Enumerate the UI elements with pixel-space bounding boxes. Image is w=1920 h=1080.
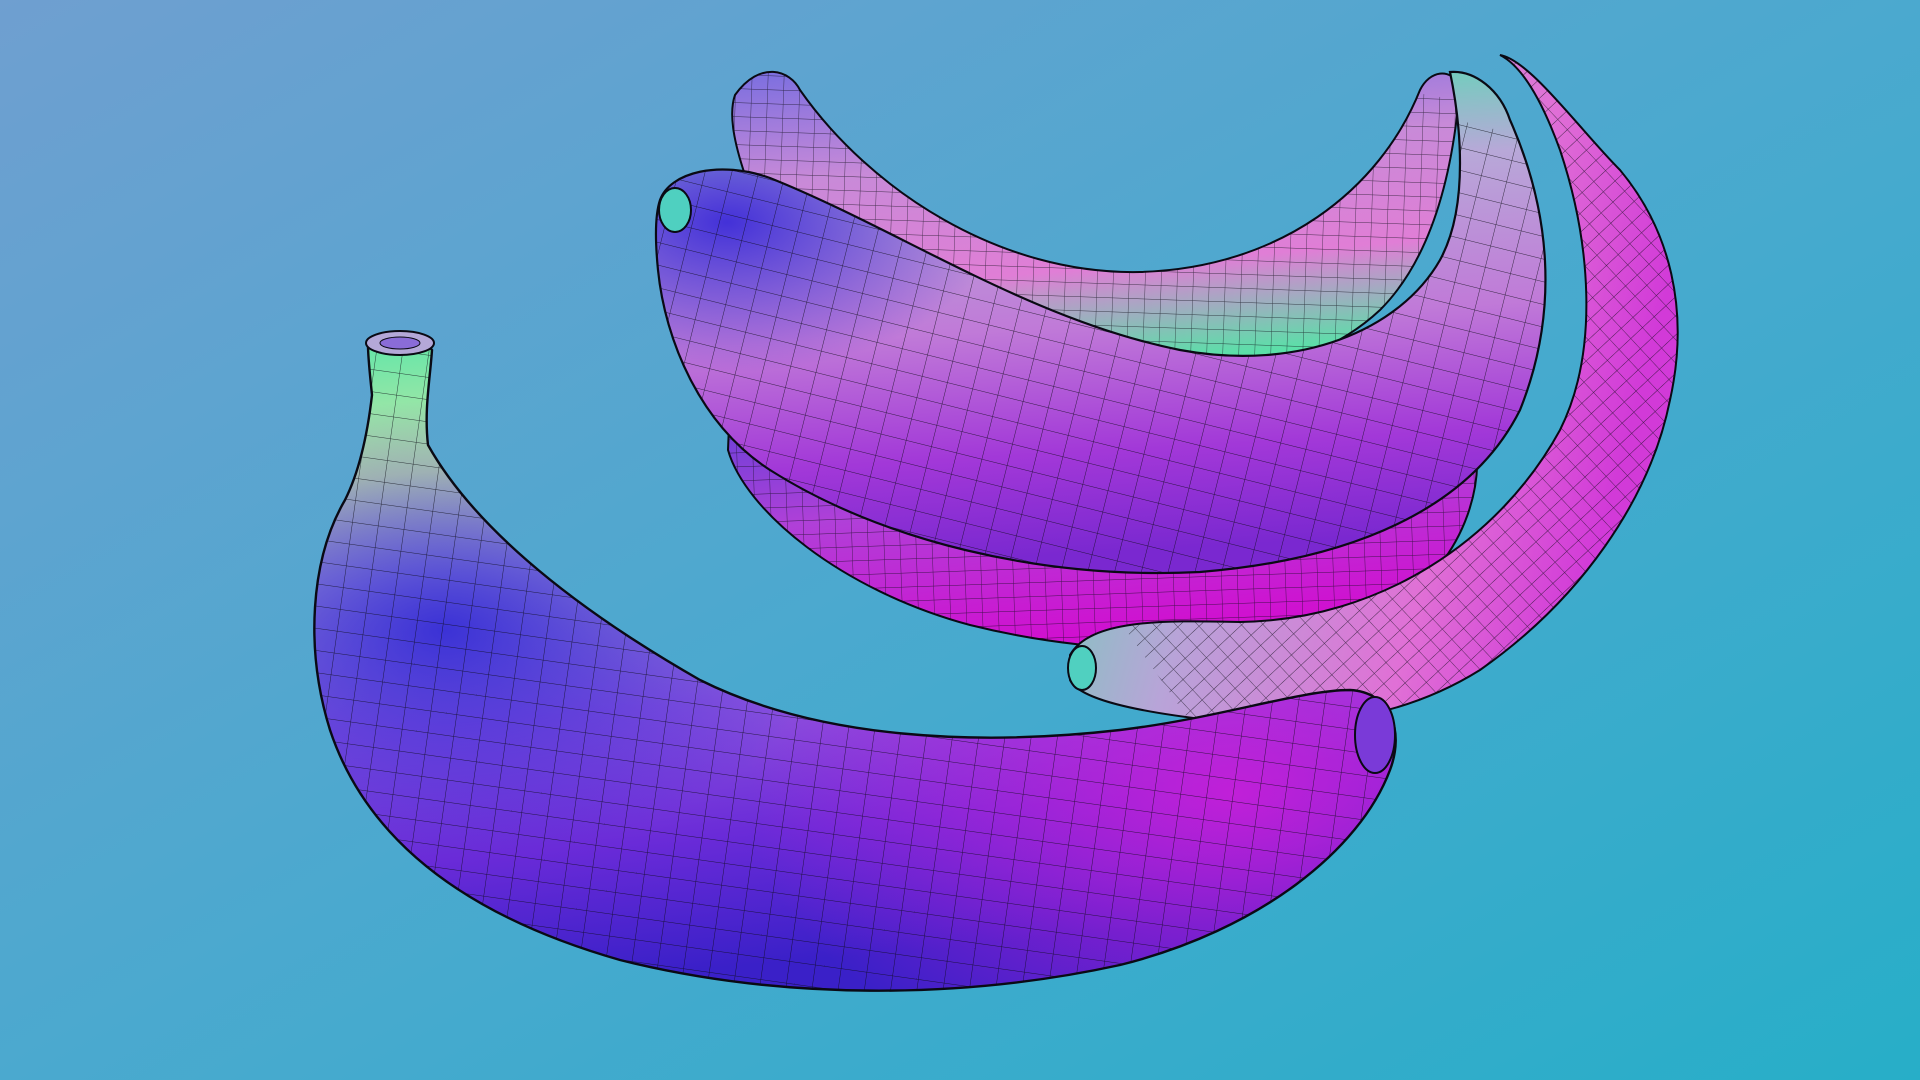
- banana-front-tip: [1354, 696, 1396, 774]
- banana-middle-tip: [658, 187, 692, 233]
- banana-wireframe-render: [0, 0, 1920, 1080]
- banana-front-stem-tip: [365, 330, 435, 356]
- banana-right-tip: [1067, 645, 1097, 691]
- render-viewport: [0, 0, 1920, 1080]
